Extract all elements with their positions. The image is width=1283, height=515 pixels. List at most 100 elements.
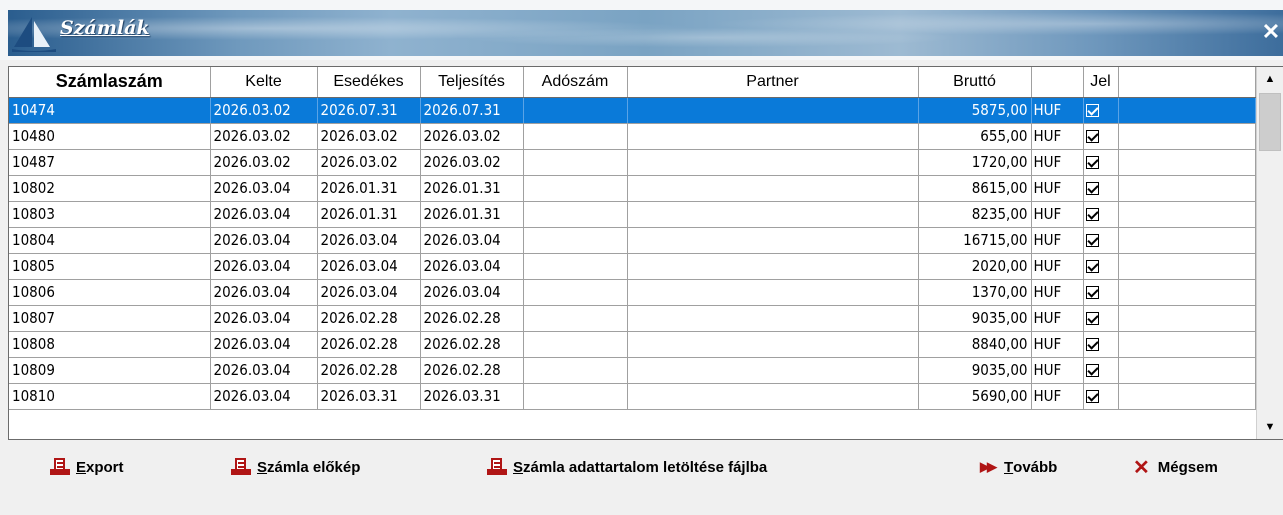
- cell-brutto: 16715,00: [918, 227, 1032, 254]
- cell-penznem: HUF: [1031, 227, 1084, 254]
- jel-checkbox[interactable]: [1085, 260, 1099, 273]
- jel-checkbox[interactable]: [1085, 390, 1099, 403]
- cell-kelte: 2026.03.04: [210, 357, 318, 384]
- jel-checkbox[interactable]: [1085, 234, 1099, 247]
- cell-penznem: HUF: [1031, 123, 1084, 150]
- cell-kelte: 2026.03.02: [210, 123, 318, 150]
- document-icon: [487, 457, 507, 477]
- cell-esedekes: 2026.03.04: [317, 227, 421, 254]
- cell-szamlaszam: 10480: [9, 123, 211, 150]
- jel-checkbox[interactable]: [1085, 286, 1099, 299]
- cell-jel: [1083, 227, 1119, 254]
- export-button[interactable]: Export: [50, 452, 124, 482]
- cell-szamlaszam: 10807: [9, 305, 211, 332]
- table-row[interactable]: 10803 2026.03.04 2026.01.31 2026.01.31 8235,…: [9, 201, 1256, 228]
- table-row[interactable]: 10802 2026.03.04 2026.01.31 2026.01.31 8615,…: [9, 175, 1256, 202]
- table-row[interactable]: 10804 2026.03.04 2026.03.04 2026.03.04 16715…: [9, 227, 1256, 254]
- jel-checkbox[interactable]: [1085, 156, 1099, 169]
- jel-checkbox[interactable]: [1085, 182, 1099, 195]
- table-row[interactable]: 10805 2026.03.04 2026.03.04 2026.03.04 2020,…: [9, 253, 1256, 280]
- column-header-teljesites[interactable]: Teljesítés: [420, 67, 524, 98]
- next-button[interactable]: ▶▶ Tovább: [980, 452, 1057, 482]
- cell-penznem: HUF: [1031, 305, 1084, 332]
- cell-extra: [1118, 383, 1256, 410]
- download-content-button[interactable]: Számla adattartalom letöltése fájlba: [487, 452, 767, 482]
- download-access-key: S: [513, 458, 524, 476]
- table-row[interactable]: 10809 2026.03.04 2026.02.28 2026.02.28 9035,…: [9, 357, 1256, 384]
- jel-checkbox[interactable]: [1085, 208, 1099, 221]
- cell-penznem: HUF: [1031, 331, 1084, 358]
- column-header-kelte[interactable]: Kelte: [210, 67, 318, 98]
- cell-jel: [1083, 305, 1119, 332]
- cell-kelte: 2026.03.04: [210, 279, 318, 306]
- jel-checkbox[interactable]: [1085, 312, 1099, 325]
- cell-partner: [627, 305, 919, 332]
- cell-szamlaszam: 10806: [9, 279, 211, 306]
- column-header-adoszam[interactable]: Adószám: [523, 67, 628, 98]
- cell-partner: [627, 357, 919, 384]
- cell-kelte: 2026.03.02: [210, 149, 318, 176]
- document-icon: [231, 457, 251, 477]
- column-header-penznem[interactable]: [1031, 67, 1084, 98]
- cell-partner: [627, 253, 919, 280]
- cell-partner: [627, 175, 919, 202]
- table-row[interactable]: 10474 2026.03.02 2026.07.31 2026.07.31 5875,…: [9, 97, 1256, 124]
- column-header-esedekes[interactable]: Esedékes: [317, 67, 421, 98]
- cell-brutto: 9035,00: [918, 357, 1032, 384]
- cell-partner: [627, 383, 919, 410]
- cell-szamlaszam: 10808: [9, 331, 211, 358]
- cell-brutto: 8235,00: [918, 201, 1032, 228]
- cell-esedekes: 2026.02.28: [317, 357, 421, 384]
- table-row[interactable]: 10807 2026.03.04 2026.02.28 2026.02.28 9035,…: [9, 305, 1256, 332]
- cell-jel: [1083, 279, 1119, 306]
- cell-adoszam: [523, 357, 628, 384]
- cell-szamlaszam: 10802: [9, 175, 211, 202]
- x-icon: ✕: [1133, 456, 1150, 479]
- cell-penznem: HUF: [1031, 253, 1084, 280]
- invoice-preview-button[interactable]: Számla előkép: [231, 452, 360, 482]
- close-icon[interactable]: ✕: [1261, 21, 1281, 43]
- cell-szamlaszam: 10805: [9, 253, 211, 280]
- vertical-scrollbar[interactable]: ▲ ▼: [1256, 67, 1283, 439]
- cell-penznem: HUF: [1031, 149, 1084, 176]
- cell-penznem: HUF: [1031, 279, 1084, 306]
- table-row[interactable]: 10480 2026.03.02 2026.03.02 2026.03.02 655,0…: [9, 123, 1256, 150]
- column-header-jel[interactable]: Jel: [1083, 67, 1119, 98]
- cell-kelte: 2026.03.04: [210, 201, 318, 228]
- cell-teljesites: 2026.01.31: [420, 175, 524, 202]
- cell-jel: [1083, 149, 1119, 176]
- column-header-extra[interactable]: [1118, 67, 1256, 98]
- invoice-grid[interactable]: Számlaszám Kelte Esedékes Teljesítés Adószám…: [8, 66, 1283, 440]
- table-row[interactable]: 10487 2026.03.02 2026.03.02 2026.03.02 1720,…: [9, 149, 1256, 176]
- cell-brutto: 8840,00: [918, 331, 1032, 358]
- cell-jel: [1083, 253, 1119, 280]
- jel-checkbox[interactable]: [1085, 130, 1099, 143]
- cell-szamlaszam: 10809: [9, 357, 211, 384]
- cell-kelte: 2026.03.04: [210, 253, 318, 280]
- cell-szamlaszam: 10474: [9, 97, 211, 124]
- table-row[interactable]: 10806 2026.03.04 2026.03.04 2026.03.04 1370,…: [9, 279, 1256, 306]
- cell-adoszam: [523, 383, 628, 410]
- cell-penznem: HUF: [1031, 357, 1084, 384]
- title-band: [8, 10, 1283, 56]
- column-header-brutto[interactable]: Bruttó: [918, 67, 1032, 98]
- cell-kelte: 2026.03.04: [210, 383, 318, 410]
- cell-jel: [1083, 175, 1119, 202]
- scroll-up-arrow-icon[interactable]: ▲: [1257, 67, 1283, 91]
- scroll-down-arrow-icon[interactable]: ▼: [1257, 415, 1283, 439]
- table-row[interactable]: 10808 2026.03.04 2026.02.28 2026.02.28 8840,…: [9, 331, 1256, 358]
- cell-teljesites: 2026.02.28: [420, 357, 524, 384]
- jel-checkbox[interactable]: [1085, 338, 1099, 351]
- jel-checkbox[interactable]: [1085, 364, 1099, 377]
- jel-checkbox[interactable]: [1085, 104, 1099, 117]
- cell-teljesites: 2026.02.28: [420, 331, 524, 358]
- column-header-szamlaszam[interactable]: Számlaszám: [9, 67, 211, 98]
- cell-extra: [1118, 175, 1256, 202]
- table-row[interactable]: 10810 2026.03.04 2026.03.31 2026.03.31 5690,…: [9, 383, 1256, 410]
- cell-extra: [1118, 97, 1256, 124]
- cell-partner: [627, 201, 919, 228]
- cell-szamlaszam: 10487: [9, 149, 211, 176]
- column-header-partner[interactable]: Partner: [627, 67, 919, 98]
- scroll-thumb[interactable]: [1259, 93, 1281, 151]
- cancel-button[interactable]: ✕ Mégsem: [1133, 452, 1218, 482]
